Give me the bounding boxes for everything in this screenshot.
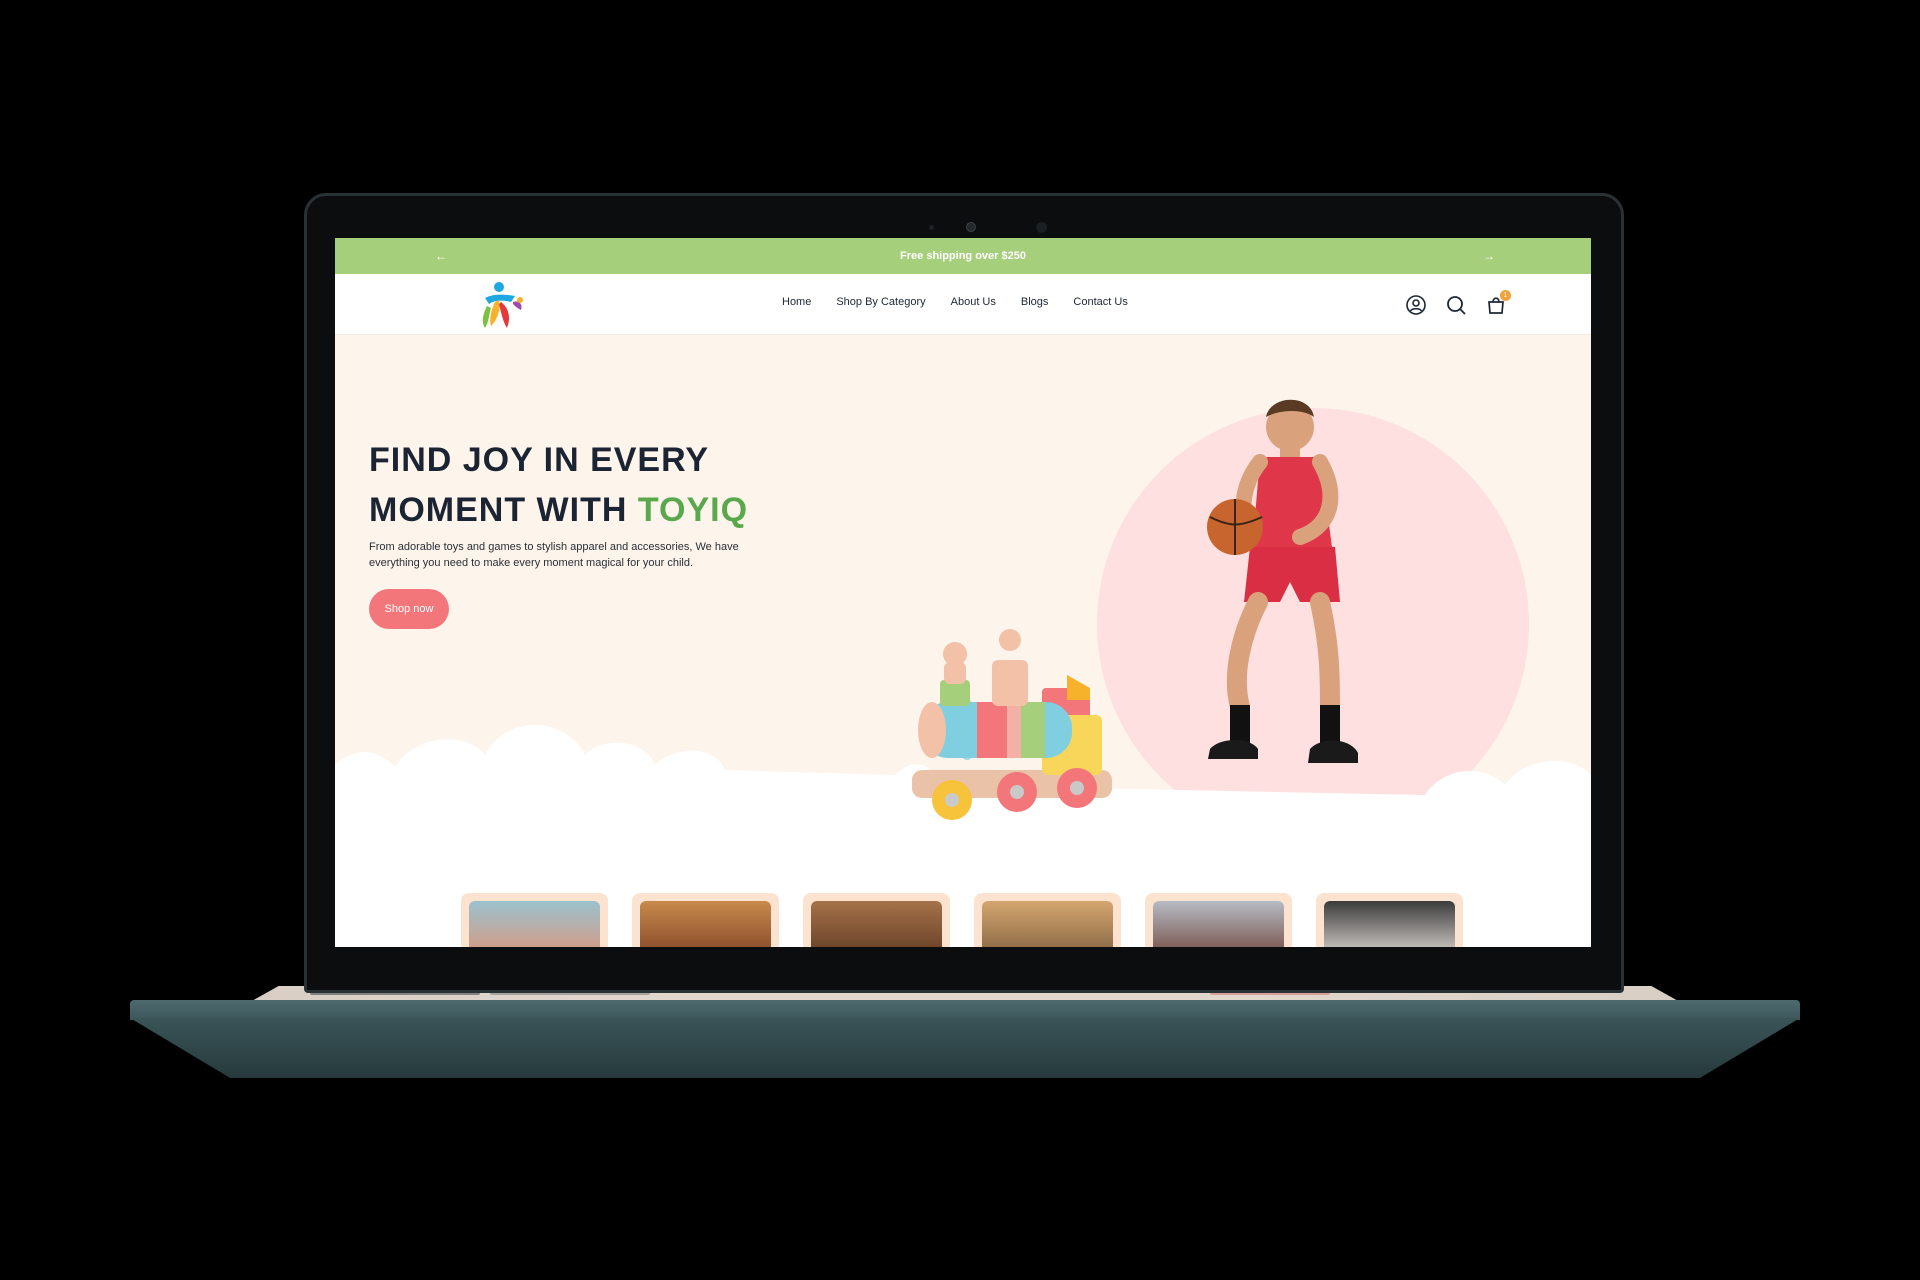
laptop-mockup-stage: ← Free shipping over $250 → Home Shop By… (0, 0, 1920, 1280)
announcement-text: Free shipping over $250 (900, 250, 1026, 262)
hero-heading: Find joy in every moment with Toyiq (369, 435, 748, 535)
category-thumbnail (640, 901, 771, 947)
cart-count-badge: 1 (1500, 290, 1511, 301)
category-card[interactable] (632, 893, 779, 947)
toy-train-image (912, 629, 1112, 820)
hero-heading-line1: Find joy in every (369, 441, 710, 479)
category-thumbnail (982, 901, 1113, 947)
user-circle-icon[interactable] (1405, 294, 1427, 316)
arrow-left-icon[interactable]: ← (435, 249, 447, 263)
search-icon[interactable] (1445, 294, 1467, 316)
category-card[interactable] (974, 893, 1121, 947)
main-navigation: Home Shop By Category About Us Blogs Con… (782, 296, 1128, 308)
category-thumbnail (811, 901, 942, 947)
nav-blogs[interactable]: Blogs (1021, 296, 1049, 308)
hero-brand-name: Toyiq (637, 491, 749, 529)
category-thumbnail (469, 901, 600, 947)
sensor-dot (929, 225, 934, 230)
category-card[interactable] (1145, 893, 1292, 947)
shop-now-button[interactable]: Shop now (369, 589, 449, 629)
shopping-bag-icon[interactable]: 1 (1485, 290, 1511, 316)
hero-description: From adorable toys and games to stylish … (369, 541, 739, 569)
hero-heading-line2: moment with Toyiq (369, 485, 748, 535)
laptop-base (130, 1018, 1800, 1078)
category-card[interactable] (1316, 893, 1463, 947)
nav-home[interactable]: Home (782, 296, 811, 308)
nav-contact-us[interactable]: Contact Us (1073, 296, 1127, 308)
nav-about-us[interactable]: About Us (951, 296, 996, 308)
arrow-right-icon[interactable]: → (1483, 249, 1495, 263)
laptop-base-edge (130, 1000, 1800, 1020)
hero-heading-prefix: moment with (369, 491, 638, 529)
laptop-screen: ← Free shipping over $250 → Home Shop By… (335, 238, 1591, 947)
webcam (966, 222, 976, 232)
category-card[interactable] (461, 893, 608, 947)
category-thumbnail (1324, 901, 1455, 947)
category-strip (335, 875, 1591, 947)
boy-basketball-image (1207, 399, 1358, 763)
hero-banner: Find joy in every moment with Toyiq From… (335, 335, 1591, 875)
category-card[interactable] (803, 893, 950, 947)
sensor-dot (1036, 222, 1047, 233)
nav-shop-by-category[interactable]: Shop By Category (836, 296, 925, 308)
site-header: Home Shop By Category About Us Blogs Con… (335, 274, 1591, 335)
toyiq-logo-icon[interactable] (475, 280, 531, 332)
announcement-bar: ← Free shipping over $250 → (335, 238, 1591, 274)
header-actions: 1 (1405, 290, 1511, 316)
category-thumbnail (1153, 901, 1284, 947)
